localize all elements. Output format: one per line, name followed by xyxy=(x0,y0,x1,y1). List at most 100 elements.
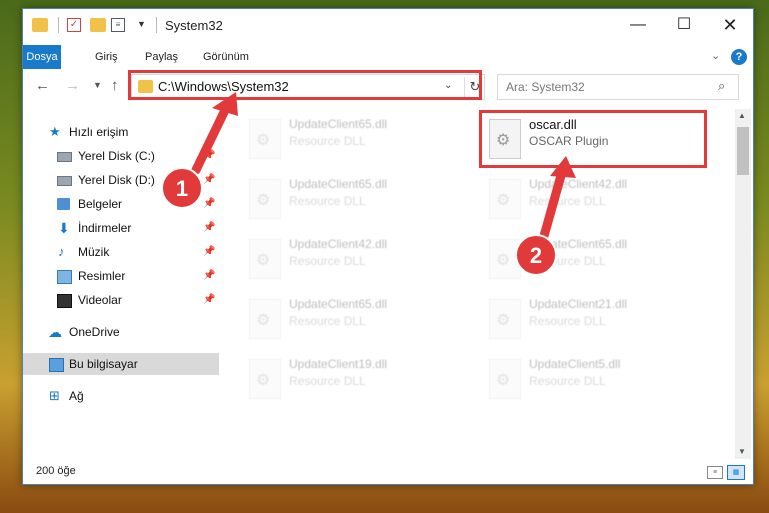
file-item[interactable]: UpdateClient5.dll Resource DLL xyxy=(481,353,709,407)
file-name: UpdateClient42.dll xyxy=(529,177,628,191)
scroll-down-icon[interactable]: ▼ xyxy=(738,447,746,456)
pin-icon[interactable]: 📌 xyxy=(203,169,215,191)
file-description: Resource DLL xyxy=(529,194,606,208)
dll-file-icon xyxy=(249,239,281,279)
network-icon: ⊞ xyxy=(49,388,60,403)
address-path[interactable]: C:\Windows\System32 xyxy=(158,79,289,94)
back-arrow-icon[interactable]: ← xyxy=(35,77,50,94)
sidebar-item-local-disk-c[interactable]: Yerel Disk (C:) 📌 xyxy=(23,145,219,167)
file-item[interactable]: UpdateClient65.dll Resource DLL xyxy=(241,293,469,347)
dll-file-icon xyxy=(489,179,521,219)
help-icon[interactable]: ? xyxy=(731,49,747,65)
dll-file-icon xyxy=(249,299,281,339)
navigation-pane: ★ Hızlı erişim Yerel Disk (C:) 📌 Yerel D… xyxy=(23,109,219,459)
file-item[interactable]: UpdateClient65.dll Resource DLL xyxy=(241,173,469,227)
scrollbar-thumb[interactable] xyxy=(737,127,749,175)
status-bar: 200 öğe ≡ ▦ xyxy=(23,461,753,483)
file-item[interactable]: UpdateClient21.dll Resource DLL xyxy=(481,293,709,347)
search-input[interactable]: Ara: System32 xyxy=(506,80,585,94)
sidebar-item-music[interactable]: ♪ Müzik 📌 xyxy=(23,241,219,263)
search-box[interactable]: Ara: System32 ⌕ xyxy=(497,74,739,100)
search-icon[interactable]: ⌕ xyxy=(718,78,725,94)
file-explorer-window: ✓ ≡ ▼ System32 — ☐ ✕ Dosya Giriş Paylaş … xyxy=(22,8,754,485)
file-name: oscar.dll xyxy=(529,117,577,132)
file-item-oscar[interactable]: oscar.dll OSCAR Plugin xyxy=(481,113,709,167)
sidebar-item-documents[interactable]: Belgeler 📌 xyxy=(23,193,219,215)
pin-icon[interactable]: 📌 xyxy=(203,217,215,239)
sidebar-item-label: Müzik xyxy=(78,245,110,259)
sidebar-item-this-pc[interactable]: Bu bilgisayar xyxy=(23,353,219,375)
forward-arrow-icon[interactable]: → xyxy=(65,77,80,94)
quick-access-dropdown-icon[interactable]: ▼ xyxy=(137,19,153,33)
scroll-up-icon[interactable]: ▲ xyxy=(738,111,746,120)
sidebar-item-label: OneDrive xyxy=(69,325,120,339)
sidebar-item-downloads[interactable]: ⬇ İndirmeler 📌 xyxy=(23,217,219,239)
file-description: Resource DLL xyxy=(289,254,366,268)
pin-icon[interactable]: 📌 xyxy=(203,289,215,311)
dll-file-icon xyxy=(249,119,281,159)
file-description: Resource DLL xyxy=(529,374,606,388)
tab-share[interactable]: Paylaş xyxy=(135,45,188,69)
details-view-icon[interactable]: ≡ xyxy=(707,466,723,479)
navigation-bar: ← → ▼ ↑ C:\Windows\System32 ⌄ ↻ Ara: Sys… xyxy=(23,73,753,101)
file-name: UpdateClient5.dll xyxy=(529,357,621,371)
window-title: System32 xyxy=(165,18,223,33)
maximize-button[interactable]: ☐ xyxy=(661,9,707,41)
pin-icon[interactable]: 📌 xyxy=(203,193,215,215)
sidebar-item-quick-access[interactable]: ★ Hızlı erişim xyxy=(23,121,219,143)
sidebar-item-videos[interactable]: Videolar 📌 xyxy=(23,289,219,311)
music-icon: ♪ xyxy=(58,244,65,259)
pin-icon[interactable]: 📌 xyxy=(203,265,215,287)
pin-icon[interactable]: 📌 xyxy=(203,241,215,263)
file-description: Resource DLL xyxy=(529,254,606,268)
tab-view[interactable]: Görünüm xyxy=(193,45,259,69)
sidebar-item-label: Belgeler xyxy=(78,197,123,211)
file-description: Resource DLL xyxy=(289,134,366,148)
large-icons-view-icon[interactable]: ▦ xyxy=(727,465,745,480)
address-bar[interactable]: C:\Windows\System32 ⌄ ↻ xyxy=(131,74,485,100)
recent-locations-icon[interactable]: ▼ xyxy=(93,80,102,90)
up-arrow-icon[interactable]: ↑ xyxy=(111,77,119,94)
file-item[interactable]: UpdateClient42.dll Resource DLL xyxy=(481,173,709,227)
file-item[interactable]: UpdateClient19.dll Resource DLL xyxy=(241,353,469,407)
file-description: Resource DLL xyxy=(289,314,366,328)
divider xyxy=(156,17,157,33)
sidebar-item-label: Bu bilgisayar xyxy=(69,357,138,371)
sidebar-item-label: Resimler xyxy=(78,269,126,283)
sidebar-item-onedrive[interactable]: ☁ OneDrive xyxy=(23,321,219,343)
file-item[interactable]: UpdateClient65.dll Resource DLL xyxy=(481,233,709,287)
drive-icon xyxy=(57,152,72,162)
file-item[interactable]: UpdateClient65.dll Resource DLL xyxy=(241,113,469,167)
close-button[interactable]: ✕ xyxy=(707,9,753,41)
vertical-scrollbar[interactable]: ▲ ▼ xyxy=(735,109,751,459)
customize-icon[interactable]: ≡ xyxy=(111,18,125,32)
dll-file-icon xyxy=(489,119,521,159)
drive-icon xyxy=(57,176,72,186)
tab-home[interactable]: Giriş xyxy=(85,45,128,69)
new-folder-icon[interactable] xyxy=(90,18,106,32)
file-description: OSCAR Plugin xyxy=(529,134,609,148)
file-name: UpdateClient65.dll xyxy=(289,177,388,191)
sidebar-item-network[interactable]: ⊞ Ağ xyxy=(23,385,219,407)
sidebar-item-local-disk-d[interactable]: Yerel Disk (D:) 📌 xyxy=(23,169,219,191)
sidebar-item-label: Ağ xyxy=(69,389,84,403)
download-icon: ⬇ xyxy=(58,220,70,236)
refresh-icon[interactable]: ↻ xyxy=(464,77,485,97)
sidebar-item-label: Videolar xyxy=(78,293,122,307)
file-name: UpdateClient65.dll xyxy=(529,237,628,251)
tab-file[interactable]: Dosya xyxy=(23,45,61,69)
file-description: Resource DLL xyxy=(529,314,606,328)
file-name: UpdateClient42.dll xyxy=(289,237,388,251)
file-list: UpdateClient65.dll Resource DLL oscar.dl… xyxy=(241,109,735,459)
dll-file-icon xyxy=(489,299,521,339)
ribbon-expand-icon[interactable]: ⌄ xyxy=(711,49,720,62)
file-item[interactable]: UpdateClient42.dll Resource DLL xyxy=(241,233,469,287)
dll-file-icon xyxy=(489,239,521,279)
dll-file-icon xyxy=(489,359,521,399)
sidebar-item-pictures[interactable]: Resimler 📌 xyxy=(23,265,219,287)
minimize-button[interactable]: — xyxy=(615,9,661,41)
properties-icon[interactable]: ✓ xyxy=(67,18,81,32)
chevron-down-icon[interactable]: ⌄ xyxy=(444,80,452,91)
file-description: Resource DLL xyxy=(289,374,366,388)
pin-icon[interactable]: 📌 xyxy=(203,145,215,167)
